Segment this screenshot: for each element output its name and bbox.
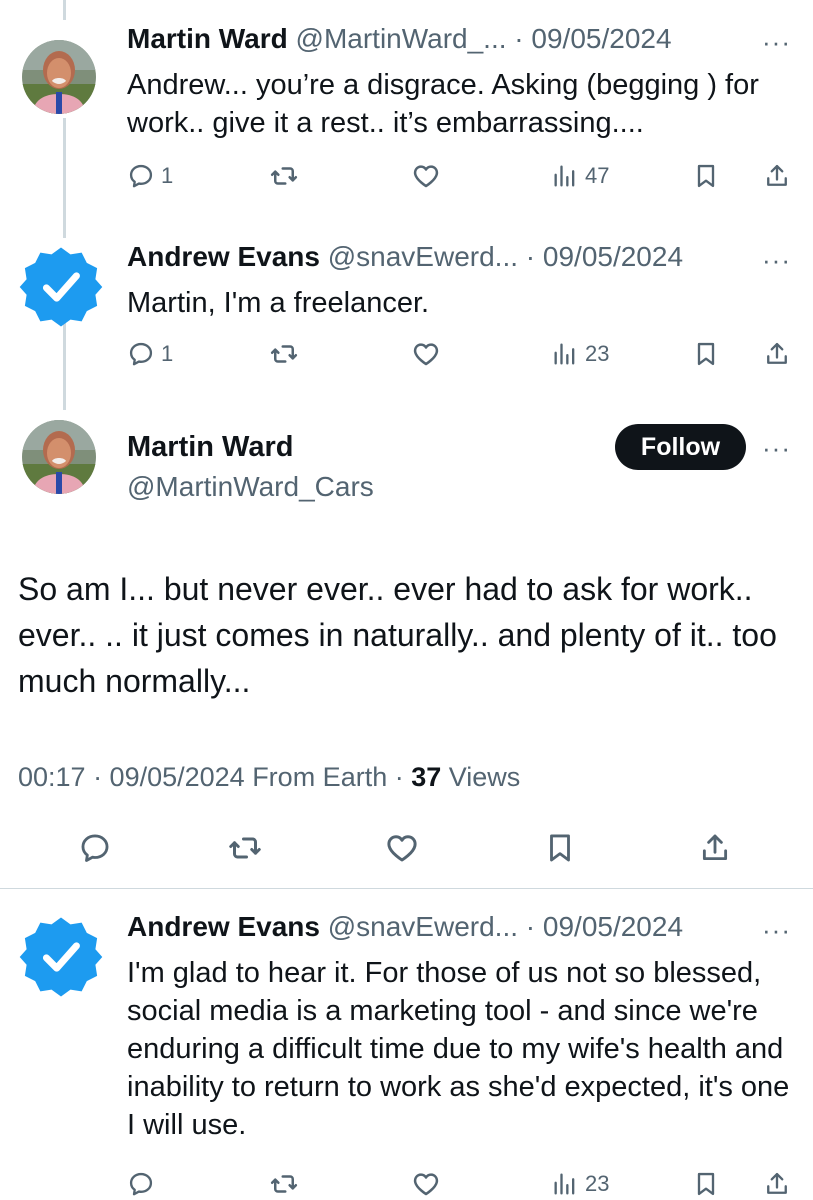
- display-name[interactable]: Martin Ward: [127, 430, 293, 464]
- retweet-icon: [269, 161, 299, 191]
- handle-date[interactable]: @snavEwerd... · 09/05/2024: [328, 241, 683, 272]
- retweet-button[interactable]: [269, 1164, 299, 1200]
- retweet-icon: [269, 339, 299, 369]
- share-button[interactable]: [763, 334, 791, 374]
- more-icon[interactable]: ···: [762, 917, 791, 943]
- retweet-button[interactable]: [269, 334, 299, 374]
- avatar[interactable]: [22, 40, 96, 114]
- verified-badge-icon[interactable]: [18, 914, 104, 1000]
- share-icon: [763, 340, 791, 368]
- reply-icon: [127, 162, 155, 190]
- display-name[interactable]: Andrew Evans: [127, 911, 320, 942]
- tweet-text: I'm glad to hear it. For those of us not…: [127, 957, 790, 1141]
- reply-icon: [127, 1170, 155, 1198]
- handle[interactable]: @MartinWard_Cars: [127, 470, 374, 504]
- reply-button[interactable]: 1: [127, 334, 173, 374]
- reply-header: Martin Ward @MartinWard_... · 09/05/2024: [127, 22, 672, 56]
- timestamp[interactable]: 00:17 · 09/05/2024 From Earth ·: [18, 762, 411, 792]
- share-button[interactable]: [698, 826, 732, 870]
- tweet-actions: 1 23: [127, 334, 797, 374]
- more-icon[interactable]: ···: [762, 29, 791, 55]
- views-button[interactable]: 47: [551, 156, 609, 196]
- retweet-button[interactable]: [269, 156, 299, 196]
- share-icon: [698, 831, 732, 865]
- avatar[interactable]: [22, 420, 96, 494]
- retweet-button[interactable]: [227, 826, 263, 870]
- reply-icon: [78, 831, 112, 865]
- views-count: 23: [585, 341, 610, 366]
- views-label: Views: [441, 762, 521, 792]
- views-count: 23: [585, 1171, 610, 1196]
- bookmark-button[interactable]: [692, 1164, 720, 1200]
- like-button[interactable]: [411, 156, 441, 196]
- share-icon: [763, 1170, 791, 1198]
- views-icon: [551, 1170, 579, 1198]
- profile-photo-icon: [22, 40, 96, 114]
- reply-count: 1: [161, 163, 174, 188]
- reply-button[interactable]: [127, 1164, 155, 1200]
- share-button[interactable]: [763, 156, 791, 196]
- bookmark-icon: [692, 1170, 720, 1198]
- views-count: 47: [585, 163, 610, 188]
- views-count: 37: [411, 762, 442, 792]
- bookmark-icon: [692, 162, 720, 190]
- tweet-actions: 1 47: [127, 156, 797, 196]
- follow-button[interactable]: Follow: [615, 424, 746, 470]
- display-name[interactable]: Andrew Evans: [127, 241, 320, 272]
- tweet-actions: 23: [127, 1164, 797, 1200]
- display-name[interactable]: Martin Ward: [127, 23, 288, 54]
- reply-button[interactable]: [78, 826, 112, 870]
- views-button[interactable]: 23: [551, 334, 609, 374]
- tweet-text: Martin, I'm a freelancer.: [127, 287, 430, 319]
- like-button[interactable]: [384, 826, 420, 870]
- share-icon: [763, 162, 791, 190]
- like-icon: [411, 339, 441, 369]
- retweet-icon: [269, 1169, 299, 1199]
- main-tweet-actions: [0, 826, 813, 870]
- handle-date[interactable]: @snavEwerd... · 09/05/2024: [328, 911, 683, 942]
- bookmark-button[interactable]: [543, 826, 577, 870]
- tweet-meta: 00:17 · 09/05/2024 From Earth · 37 Views: [18, 760, 520, 794]
- thread-connector: [63, 318, 66, 410]
- bookmark-icon: [692, 340, 720, 368]
- like-icon: [411, 1169, 441, 1199]
- thread-connector: [63, 0, 66, 20]
- main-tweet-text: So am I... but never ever.. ever had to …: [18, 571, 777, 699]
- retweet-icon: [227, 830, 263, 866]
- handle-date[interactable]: @MartinWard_... · 09/05/2024: [296, 23, 672, 54]
- more-icon[interactable]: ···: [762, 435, 791, 461]
- reply-count: 1: [161, 341, 174, 366]
- thread-connector: [63, 118, 66, 238]
- share-button[interactable]: [763, 1164, 791, 1200]
- more-icon[interactable]: ···: [762, 247, 791, 273]
- bookmark-icon: [543, 831, 577, 865]
- reply-header: Andrew Evans @snavEwerd... · 09/05/2024: [127, 240, 683, 274]
- like-icon: [411, 161, 441, 191]
- profile-photo-icon: [22, 420, 96, 494]
- reply-icon: [127, 340, 155, 368]
- like-button[interactable]: [411, 334, 441, 374]
- views-icon: [551, 340, 579, 368]
- tweet-text: Andrew... you’re a disgrace. Asking (beg…: [127, 69, 759, 139]
- like-icon: [384, 830, 420, 866]
- views-icon: [551, 162, 579, 190]
- like-button[interactable]: [411, 1164, 441, 1200]
- verified-badge-icon[interactable]: [18, 244, 104, 330]
- divider: [0, 888, 813, 889]
- reply-header: Andrew Evans @snavEwerd... · 09/05/2024: [127, 910, 683, 944]
- reply-button[interactable]: 1: [127, 156, 173, 196]
- views-button[interactable]: 23: [551, 1164, 609, 1200]
- bookmark-button[interactable]: [692, 156, 720, 196]
- bookmark-button[interactable]: [692, 334, 720, 374]
